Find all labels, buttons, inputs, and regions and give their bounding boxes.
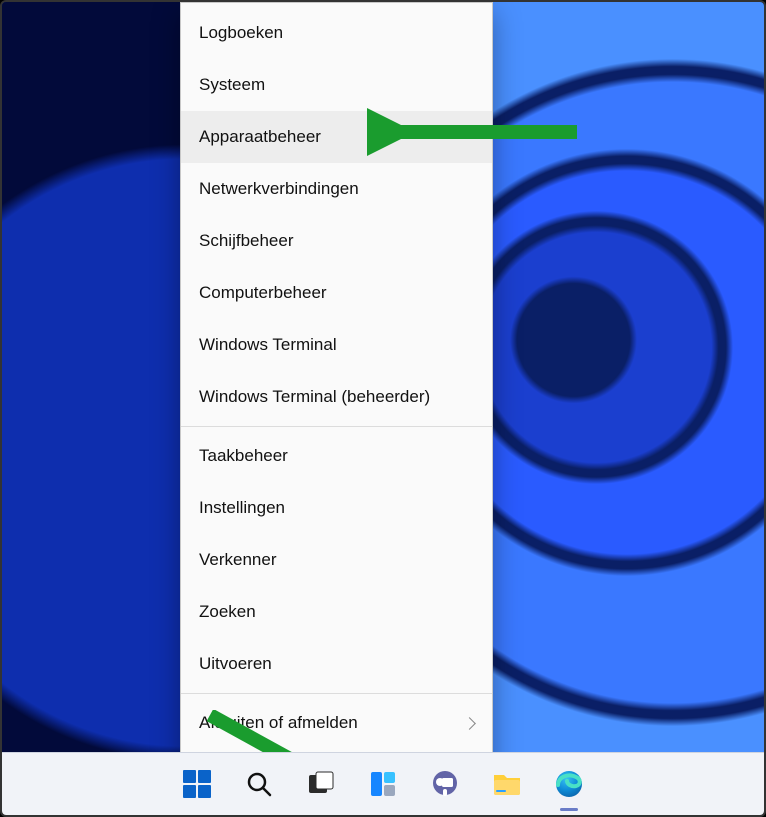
menu-item-label: Zoeken [199,602,256,622]
menu-item-systeem[interactable]: Systeem [181,59,492,111]
menu-item-schijfbeheer[interactable]: Schijfbeheer [181,215,492,267]
menu-item-label: Netwerkverbindingen [199,179,359,199]
task-view-icon [307,770,335,798]
taskbar [2,752,764,815]
widgets-icon [369,770,397,798]
menu-item-label: Apparaatbeheer [199,127,321,147]
menu-item-computerbeheer[interactable]: Computerbeheer [181,267,492,319]
task-view-button[interactable] [300,763,342,805]
menu-item-verkenner[interactable]: Verkenner [181,534,492,586]
chevron-right-icon [463,717,476,730]
menu-item-windows-terminal-admin[interactable]: Windows Terminal (beheerder) [181,371,492,423]
running-indicator [560,808,578,811]
menu-item-label: Afsluiten of afmelden [199,713,358,733]
menu-item-label: Instellingen [199,498,285,518]
search-button[interactable] [238,763,280,805]
menu-separator [181,693,492,694]
chat-icon [430,769,460,799]
menu-item-afsluiten[interactable]: Afsluiten of afmelden [181,697,492,749]
menu-item-logboeken[interactable]: Logboeken [181,7,492,59]
menu-item-uitvoeren[interactable]: Uitvoeren [181,638,492,690]
menu-item-label: Logboeken [199,23,283,43]
menu-item-zoeken[interactable]: Zoeken [181,586,492,638]
menu-item-apparaatbeheer[interactable]: Apparaatbeheer [181,111,492,163]
edge-button[interactable] [548,763,590,805]
winx-power-menu: Logboeken Systeem Apparaatbeheer Netwerk… [180,2,493,808]
start-button[interactable] [176,763,218,805]
menu-item-label: Systeem [199,75,265,95]
menu-item-windows-terminal[interactable]: Windows Terminal [181,319,492,371]
chat-button[interactable] [424,763,466,805]
edge-icon [554,769,584,799]
widgets-button[interactable] [362,763,404,805]
menu-item-netwerkverbindingen[interactable]: Netwerkverbindingen [181,163,492,215]
menu-item-label: Windows Terminal (beheerder) [199,387,430,407]
start-icon [183,770,211,798]
menu-item-taakbeheer[interactable]: Taakbeheer [181,430,492,482]
menu-item-label: Schijfbeheer [199,231,294,251]
file-explorer-button[interactable] [486,763,528,805]
menu-item-label: Taakbeheer [199,446,288,466]
search-icon [246,771,272,797]
menu-item-label: Uitvoeren [199,654,272,674]
menu-item-instellingen[interactable]: Instellingen [181,482,492,534]
file-explorer-icon [492,771,522,797]
menu-item-label: Verkenner [199,550,277,570]
menu-item-label: Windows Terminal [199,335,337,355]
menu-item-label: Computerbeheer [199,283,327,303]
desktop-screenshot: Logboeken Systeem Apparaatbeheer Netwerk… [0,0,766,817]
menu-separator [181,426,492,427]
